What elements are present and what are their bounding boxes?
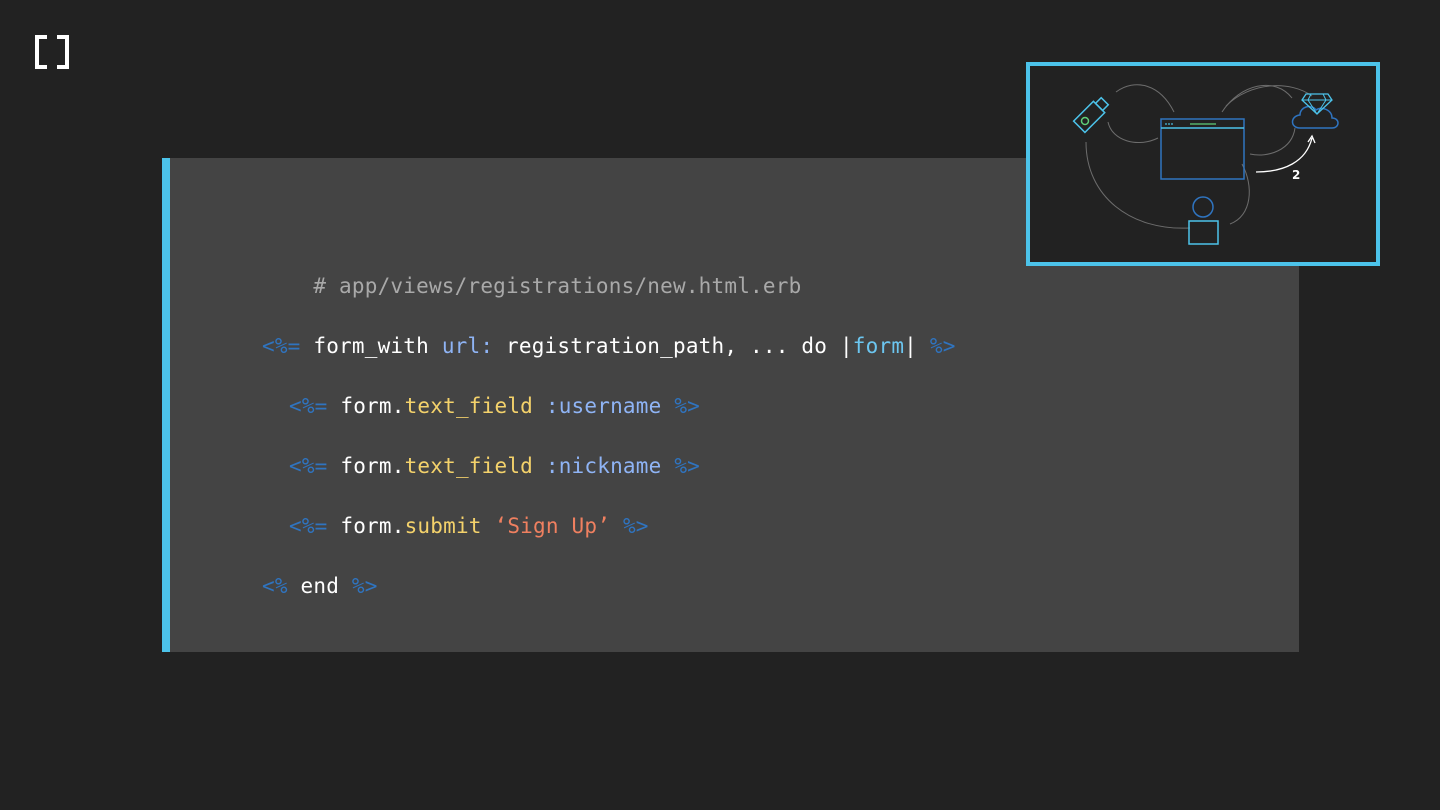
step-number-label: 2	[1292, 168, 1301, 182]
erb-open-tag: <%=	[289, 514, 328, 538]
erb-open-tag: <%=	[262, 334, 301, 358]
erb-close-tag: %>	[674, 394, 700, 418]
file-path-comment: # app/views/registrations/new.html.erb	[313, 274, 802, 298]
code-method: text_field	[404, 454, 534, 478]
usb-key-icon	[1072, 96, 1110, 134]
code-line-nickname: <%= form.text_field :nickname %>	[289, 451, 700, 481]
user-icon	[1188, 196, 1219, 245]
code-line-form-with: <%= form_with url: registration_path, ..…	[262, 331, 956, 361]
code-block-param: form	[852, 334, 905, 358]
code-symbol: :username	[545, 394, 662, 418]
erb-close-tag: %>	[929, 334, 956, 358]
code-keyword-arg: url:	[441, 334, 494, 358]
erb-open-tag: <%=	[289, 454, 328, 478]
code-line-username: <%= form.text_field :username %>	[289, 391, 700, 421]
code-receiver: form.	[340, 514, 405, 538]
code-pipe: |	[904, 334, 918, 358]
erb-open-tag: <%	[262, 574, 288, 598]
code-symbol: :nickname	[545, 454, 662, 478]
code-method: form_with	[313, 334, 429, 358]
code-args: registration_path, ... do |	[506, 334, 853, 358]
erb-close-tag: %>	[674, 454, 700, 478]
diagram-thumbnail: 2	[1026, 62, 1380, 266]
erb-open-tag: <%=	[289, 394, 328, 418]
erb-close-tag: %>	[622, 514, 649, 538]
code-line-end: <% end %>	[262, 571, 378, 601]
code-method: submit	[404, 514, 482, 538]
erb-close-tag: %>	[351, 574, 378, 598]
code-receiver: form.	[340, 394, 405, 418]
code-comment: # app/views/registrations/new.html.erb	[262, 241, 801, 331]
code-string: ‘Sign Up’	[494, 514, 611, 538]
code-keyword-end: end	[300, 574, 340, 598]
code-line-submit: <%= form.submit ‘Sign Up’ %>	[289, 511, 649, 541]
bracket-logo-icon	[34, 34, 70, 70]
code-receiver: form.	[340, 454, 405, 478]
code-method: text_field	[404, 394, 534, 418]
ruby-gem-cloud-icon	[1291, 93, 1339, 129]
browser-window-icon	[1160, 118, 1245, 180]
